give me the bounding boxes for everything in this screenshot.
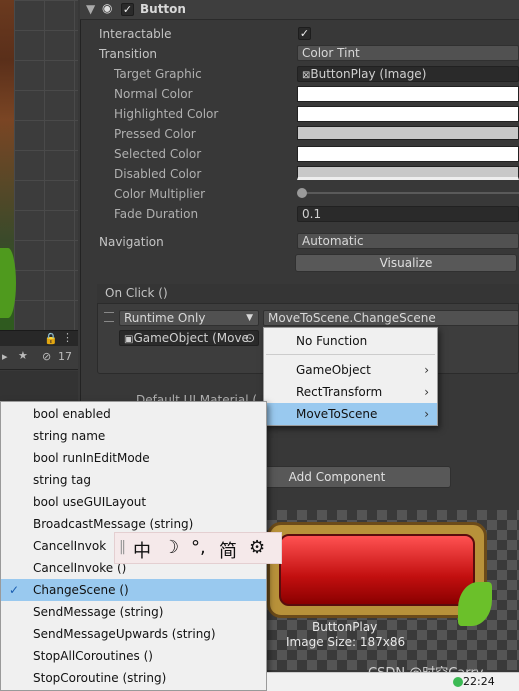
color-multiplier-label: Color Multiplier <box>114 187 206 201</box>
menu-item[interactable]: StopCoroutine (string) <box>1 667 266 689</box>
menu-item[interactable]: string tag <box>1 469 266 491</box>
chevron-down-icon: ▼ <box>246 313 253 323</box>
component-title: Button <box>140 2 186 16</box>
status-icon[interactable] <box>453 677 463 687</box>
disabled-color-swatch[interactable] <box>297 166 519 180</box>
function-dropdown[interactable]: MoveToScene.ChangeScene <box>263 310 519 326</box>
clock: 22:24 <box>463 675 495 688</box>
target-graphic-value: ButtonPlay (Image) <box>310 67 427 81</box>
runtime-dropdown[interactable]: Runtime Only ▼ <box>119 310 259 326</box>
normal-color-label: Normal Color <box>114 87 193 101</box>
menu-item[interactable]: bool runInEditMode <box>1 447 266 469</box>
scene-grid <box>14 0 78 330</box>
menu-item-gameobject[interactable]: GameObject › <box>264 359 437 381</box>
chevron-right-icon: › <box>424 385 429 399</box>
taskbar: 22:24 <box>267 672 519 691</box>
menu-item-no-function[interactable]: No Function <box>264 330 437 352</box>
transition-dropdown[interactable]: Color Tint <box>297 45 519 61</box>
hierarchy-tabbar: 🔒 ⋮ <box>0 330 78 346</box>
moon-icon[interactable]: ☽ <box>163 537 179 558</box>
hierarchy-toolbar: ▸ ★ ⊘ 17 <box>0 346 78 370</box>
button-component-icon: ◉ <box>102 1 113 15</box>
favorite-icon[interactable]: ★ <box>18 349 28 362</box>
ime-toolbar[interactable]: ‖ 中 ☽ °, 简 ⚙ <box>114 532 282 564</box>
menu-item-label: MoveToScene <box>296 407 378 421</box>
normal-color-swatch[interactable] <box>297 86 519 102</box>
target-graphic-label: Target Graphic <box>114 67 202 81</box>
highlighted-color-swatch[interactable] <box>297 106 519 122</box>
disabled-color-label: Disabled Color <box>114 167 202 181</box>
menu-separator <box>266 354 435 355</box>
color-multiplier-slider[interactable] <box>297 188 307 198</box>
menu-item-label: RectTransform <box>296 385 383 399</box>
preview-button-image <box>279 534 475 606</box>
selected-color-swatch[interactable] <box>297 146 519 162</box>
interactable-checkbox[interactable]: ✓ <box>298 27 311 40</box>
drag-handle-icon[interactable] <box>104 312 114 322</box>
menu-item[interactable]: StopAllCoroutines () <box>1 645 266 667</box>
function-menu: No Function GameObject › RectTransform ›… <box>263 327 438 426</box>
fade-duration-label: Fade Duration <box>114 207 199 221</box>
menu-item[interactable]: bool enabled <box>1 403 266 425</box>
transition-label: Transition <box>99 47 158 61</box>
navigation-label: Navigation <box>99 235 164 249</box>
gear-icon[interactable]: ⚙ <box>249 537 265 558</box>
leaf-sprite <box>0 248 16 318</box>
menu-item-label: ChangeScene () <box>33 583 129 597</box>
highlighted-color-label: Highlighted Color <box>114 107 219 121</box>
menu-item[interactable]: SendMessageUpwards (string) <box>1 623 266 645</box>
more-icon[interactable]: ⋮ <box>62 331 73 344</box>
chevron-right-icon: › <box>424 363 429 377</box>
chevron-right-icon: › <box>424 407 429 421</box>
target-graphic-field[interactable]: ⊠ButtonPlay (Image) <box>297 66 519 82</box>
preview-size: Image Size: 187x86 <box>286 635 406 649</box>
menu-item-label: No Function <box>296 334 368 348</box>
hidden-count: 17 <box>58 350 72 363</box>
pressed-color-label: Pressed Color <box>114 127 196 141</box>
navigation-dropdown[interactable]: Automatic <box>297 233 519 249</box>
menu-item[interactable]: bool useGUILayout <box>1 491 266 513</box>
hierarchy-panel <box>0 371 78 401</box>
runtime-value: Runtime Only <box>124 311 206 325</box>
component-enabled-checkbox[interactable]: ✓ <box>121 3 134 16</box>
menu-item-movetoscene[interactable]: MoveToScene › <box>264 403 437 425</box>
checkmark-icon: ✓ <box>9 583 20 597</box>
selected-color-label: Selected Color <box>114 147 202 161</box>
lock-icon[interactable]: 🔒 <box>44 332 58 345</box>
menu-item-recttransform[interactable]: RectTransform › <box>264 381 437 403</box>
chinese-mode-icon[interactable]: 中 <box>133 537 151 563</box>
foldout-icon[interactable]: ▼ <box>86 2 95 16</box>
target-object-value: GameObject (Move <box>133 331 249 345</box>
menu-item[interactable]: string name <box>1 425 266 447</box>
hidden-count-icon[interactable]: ⊘ <box>42 350 51 363</box>
punctuation-icon[interactable]: °, <box>191 537 206 558</box>
menu-item[interactable]: SendMessage (string) <box>1 601 266 623</box>
menu-item-selected[interactable]: ✓ ChangeScene () <box>1 579 266 601</box>
pressed-color-swatch[interactable] <box>297 126 519 140</box>
onclick-header: On Click () <box>97 284 519 304</box>
target-object-field[interactable]: ▣GameObject (Move ⊙ <box>119 330 259 346</box>
simplified-icon[interactable]: 简 <box>219 537 237 563</box>
visualize-button[interactable]: Visualize <box>295 254 517 272</box>
dropdown-icon[interactable]: ▸ <box>2 350 8 363</box>
preview-name: ButtonPlay <box>312 620 378 634</box>
color-multiplier-track <box>302 192 519 194</box>
object-picker-icon[interactable]: ⊙ <box>245 331 255 345</box>
ime-drag-handle[interactable]: ‖ <box>119 539 126 555</box>
interactable-label: Interactable <box>99 27 172 41</box>
fade-duration-field[interactable]: 0.1 <box>297 206 519 222</box>
onclick-title: On Click () <box>105 286 168 300</box>
menu-item-label: GameObject <box>296 363 371 377</box>
scene-view[interactable] <box>0 0 78 330</box>
